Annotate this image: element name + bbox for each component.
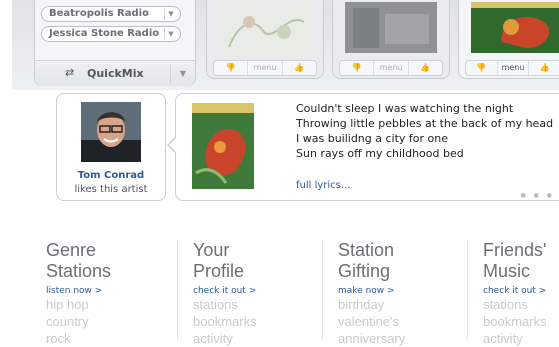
lyrics-text: Couldn't sleep I was watching the night …	[296, 101, 553, 161]
check-it-out-link[interactable]: check it out >	[193, 286, 257, 296]
section-title: Your	[193, 240, 230, 260]
divider	[177, 240, 178, 340]
chevron-down-icon[interactable]: ▼	[170, 64, 195, 84]
station-label: Jessica Stone Radio	[49, 28, 160, 39]
shuffle-icon: ⇄	[65, 66, 75, 79]
divider	[322, 240, 323, 340]
list-item[interactable]: bookmarks	[483, 313, 547, 330]
menu-button[interactable]: menu	[248, 61, 283, 75]
quickmix-label: QuickMix	[87, 67, 144, 80]
thumbs-up-button[interactable]: 👍	[409, 61, 442, 75]
menu-button[interactable]: menu	[498, 61, 530, 75]
list-item[interactable]: hip hop	[46, 296, 111, 313]
thumbs-down-button[interactable]: 👎	[466, 61, 498, 75]
list-item[interactable]: stations	[483, 296, 547, 313]
list-item[interactable]: rock	[46, 330, 111, 347]
lyrics-panel: Couldn't sleep I was watching the night …	[167, 93, 559, 201]
list-item[interactable]: valentine's	[338, 313, 405, 330]
pagination-dots[interactable]: ● ● ●	[520, 192, 555, 199]
list-item[interactable]: bookmarks	[193, 313, 257, 330]
section-friends-music: Friends' Music check it out > stations b…	[483, 240, 547, 347]
list-item[interactable]: anniversary	[338, 330, 405, 347]
chevron-down-icon[interactable]: ▼	[164, 28, 177, 40]
list-item[interactable]: country	[46, 313, 111, 330]
thumbs-up-button[interactable]: 👍	[529, 61, 559, 75]
lyric-line: I was builidng a city for one	[296, 132, 449, 145]
callout-arrow-fill	[169, 137, 177, 153]
section-title: Profile	[193, 261, 245, 281]
check-it-out-link[interactable]: check it out >	[483, 286, 547, 296]
full-lyrics-link[interactable]: full lyrics...	[296, 180, 350, 191]
track-card-active: 👎 menu 👍	[458, 0, 559, 79]
chevron-down-icon[interactable]: ▼	[164, 8, 177, 20]
track-card: 👎 menu 👍	[332, 0, 450, 79]
section-title: Music	[483, 261, 531, 281]
section-title: Station	[338, 240, 395, 260]
list-item[interactable]: activity	[193, 330, 257, 347]
station-list: Beatropolis Radio ▼ Jessica Stone Radio …	[34, 0, 196, 86]
section-title: Gifting	[338, 261, 391, 281]
album-art[interactable]	[471, 2, 559, 53]
menu-button[interactable]: menu	[374, 61, 409, 75]
thumbs-down-button[interactable]: 👎	[214, 61, 249, 75]
make-now-link[interactable]: make now >	[338, 286, 405, 296]
track-controls: 👎 menu 👍	[339, 60, 443, 76]
listen-now-link[interactable]: listen now >	[46, 286, 111, 296]
thumbs-down-button[interactable]: 👎	[340, 61, 375, 75]
section-title: Genre	[46, 240, 97, 260]
album-art[interactable]	[219, 2, 311, 53]
divider	[467, 240, 468, 340]
list-item[interactable]: stations	[193, 296, 257, 313]
fan-subtitle: likes this artist	[74, 184, 148, 195]
album-cover[interactable]	[192, 103, 254, 189]
section-title: Stations	[46, 261, 112, 281]
list-item[interactable]: birthday	[338, 296, 405, 313]
track-card: 👎 menu 👍	[206, 0, 324, 79]
fan-name[interactable]: Tom Conrad	[57, 170, 165, 181]
station-label: Beatropolis Radio	[49, 8, 149, 19]
lyric-line: Throwing little pebbles at the back of m…	[296, 117, 554, 130]
station-item-beatropolis[interactable]: Beatropolis Radio ▼	[41, 6, 181, 22]
list-item[interactable]: activity	[483, 330, 547, 347]
station-item-jessica-stone[interactable]: Jessica Stone Radio ▼	[41, 26, 181, 42]
track-controls: 👎 menu 👍	[465, 60, 559, 76]
section-genre-stations: Genre Stations listen now > hip hop coun…	[46, 240, 111, 347]
album-art[interactable]	[345, 2, 437, 53]
track-controls: 👎 menu 👍	[213, 60, 317, 76]
section-your-profile: Your Profile check it out > stations boo…	[193, 240, 257, 347]
lyric-line: Sun rays off my childhood bed	[296, 147, 464, 160]
avatar[interactable]	[81, 102, 141, 162]
fan-card: Tom Conrad likes this artist	[56, 93, 166, 201]
section-station-gifting: Station Gifting make now > birthday vale…	[338, 240, 405, 347]
section-title: Friends'	[483, 240, 547, 260]
thumbs-up-button[interactable]: 👍	[283, 61, 316, 75]
quickmix-button[interactable]: ⇄ QuickMix ▼	[35, 60, 195, 86]
lyric-line: Couldn't sleep I was watching the night	[296, 102, 514, 115]
